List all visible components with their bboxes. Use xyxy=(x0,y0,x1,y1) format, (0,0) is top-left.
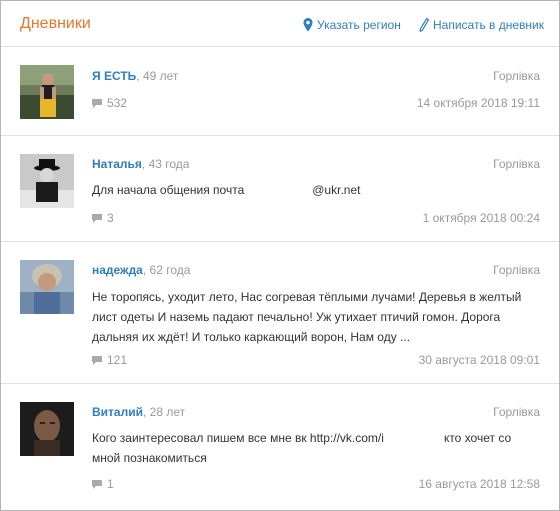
set-region-link[interactable]: Указать регион xyxy=(303,18,401,32)
comment-icon xyxy=(92,214,102,223)
author-name[interactable]: надежда xyxy=(92,263,143,277)
write-diary-label: Написать в дневник xyxy=(433,18,544,32)
avatar[interactable] xyxy=(20,65,74,119)
author-name[interactable]: Наталья xyxy=(92,157,142,171)
entry-date: 14 октября 2018 19:11 xyxy=(416,96,540,110)
city-label: Горлівка xyxy=(493,157,540,171)
author-age: 49 лет xyxy=(142,69,179,83)
author-age: 28 лет xyxy=(149,405,186,419)
location-pin-icon xyxy=(303,18,313,32)
entry-text: Не торопясь, уходит лето, Нас согревая т… xyxy=(92,290,522,344)
diary-entry: Наталья, 43 года Горлівка Для начала общ… xyxy=(1,136,559,242)
author-age: 62 года xyxy=(149,263,191,277)
comments-count[interactable]: 3 xyxy=(92,211,114,225)
entry-date: 1 октября 2018 00:24 xyxy=(422,211,540,225)
diary-entry: надежда, 62 года Горлівка Не торопясь, у… xyxy=(1,242,559,384)
entry-date: 16 августа 2018 12:58 xyxy=(418,477,540,491)
comments-number: 3 xyxy=(107,211,114,225)
entry-text-part: @ukr.net xyxy=(312,183,361,197)
comments-count[interactable]: 532 xyxy=(92,96,127,110)
author-age: 43 года xyxy=(148,157,190,171)
entry-text: Кого заинтересовал пишем все мне вк http… xyxy=(92,428,542,468)
comment-icon xyxy=(92,99,102,108)
author-line: Я ЕСТЬ, 49 лет xyxy=(92,69,179,83)
comment-icon xyxy=(92,480,102,489)
comment-icon xyxy=(92,356,102,365)
city-label: Горлівка xyxy=(493,263,540,277)
entry-date: 30 августа 2018 09:01 xyxy=(418,353,540,367)
entry-text-part: Для начала общения почта xyxy=(92,183,245,197)
avatar[interactable] xyxy=(20,260,74,314)
widget-header: Дневники Указать регион Написать в дневн… xyxy=(1,1,559,47)
entry-text: Для начала общения почта @ukr.net xyxy=(92,180,542,200)
diaries-widget: Дневники Указать регион Написать в дневн… xyxy=(0,0,560,511)
pencil-icon xyxy=(419,18,429,32)
avatar[interactable] xyxy=(20,154,74,208)
comments-number: 121 xyxy=(107,353,128,367)
author-name[interactable]: Я ЕСТЬ xyxy=(92,69,136,83)
diary-entry: Виталий, 28 лет Горлівка Кого заинтересо… xyxy=(1,384,559,510)
city-label: Горлівка xyxy=(493,69,540,83)
widget-title: Дневники xyxy=(20,15,91,32)
author-name[interactable]: Виталий xyxy=(92,405,143,419)
comments-number: 532 xyxy=(107,96,128,110)
comments-count[interactable]: 121 xyxy=(92,353,127,367)
avatar[interactable] xyxy=(20,402,74,456)
city-label: Горлівка xyxy=(493,405,540,419)
diary-entry: Я ЕСТЬ, 49 лет Горлівка 532 14 октября 2… xyxy=(1,47,559,136)
comments-count[interactable]: 1 xyxy=(92,477,114,491)
entry-text-part: Кого заинтересовал пишем все мне вк http… xyxy=(92,431,384,445)
set-region-label: Указать регион xyxy=(317,18,401,32)
comments-number: 1 xyxy=(107,477,114,491)
write-diary-link[interactable]: Написать в дневник xyxy=(419,18,544,32)
author-line: надежда, 62 года xyxy=(92,263,191,277)
author-line: Виталий, 28 лет xyxy=(92,405,186,419)
author-line: Наталья, 43 года xyxy=(92,157,190,171)
